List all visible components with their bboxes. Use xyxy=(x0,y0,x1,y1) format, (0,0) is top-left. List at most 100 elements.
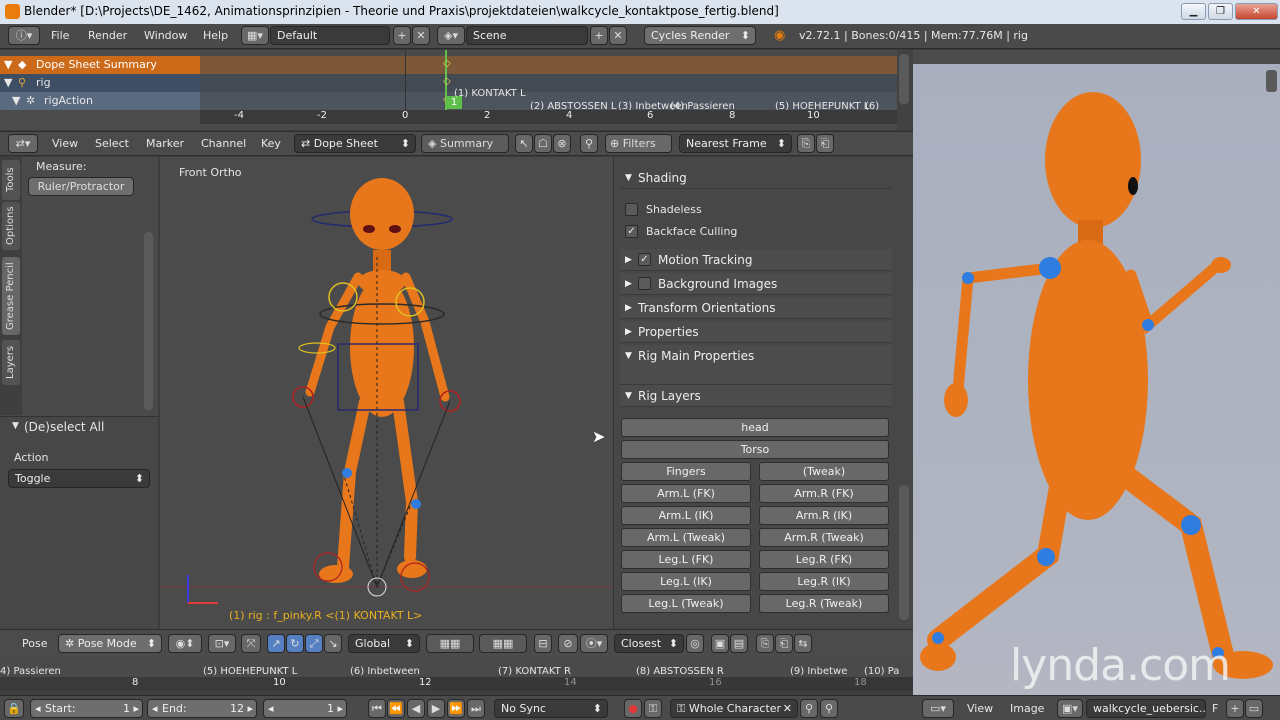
scale-manipulator-icon[interactable]: ⤢ xyxy=(305,634,323,653)
timeline-strip[interactable]: 4) Passieren (5) HOEHEPUNKT L (6) Inbetw… xyxy=(0,657,913,695)
collapse-triangle-icon[interactable]: ▼ xyxy=(12,421,19,431)
rig-layer-arml-fk-button[interactable]: Arm.L (FK) xyxy=(621,484,751,503)
summary-toggle[interactable]: ◈ Summary xyxy=(421,134,509,153)
dopesheet-mode-select[interactable]: ⇄ Dope Sheet ⬍ xyxy=(294,134,416,153)
translate-manipulator-icon[interactable]: ↗ xyxy=(267,634,285,653)
properties-panel-header[interactable]: ▶ Properties xyxy=(620,321,892,343)
screen-layout-field[interactable]: Default xyxy=(270,26,390,45)
only-selected-icon[interactable]: ↖ xyxy=(515,134,533,153)
tool-shelf-scrollbar[interactable] xyxy=(144,232,153,410)
keyframe-icon[interactable]: ◇ xyxy=(443,58,451,69)
transform-orientations-panel-header[interactable]: ▶ Transform Orientations xyxy=(620,297,892,319)
menu-key[interactable]: Key xyxy=(261,137,281,150)
image-editor-render[interactable] xyxy=(913,50,1280,696)
backface-culling-checkbox[interactable]: ✓ xyxy=(625,225,638,238)
3d-viewport[interactable]: Front Ortho (1) rig : f_pinky.R <(1) KON… xyxy=(160,157,613,629)
fake-user-toggle[interactable]: F xyxy=(1212,702,1218,715)
menu-render[interactable]: Render xyxy=(88,29,127,42)
properties-scrollbar[interactable] xyxy=(899,485,909,620)
rig-layer-legl-tweak-button[interactable]: Leg.L (Tweak) xyxy=(621,594,751,613)
tab-layers[interactable]: Layers xyxy=(2,340,20,385)
keying-set-field[interactable]: ⚿ Whole Character ✕ xyxy=(670,699,798,718)
rig-layer-tweak-button[interactable]: (Tweak) xyxy=(759,462,889,481)
rig-main-properties-panel-header[interactable]: ▼ Rig Main Properties xyxy=(620,345,892,385)
rig-layer-armr-fk-button[interactable]: Arm.R (FK) xyxy=(759,484,889,503)
scene-field[interactable]: Scene xyxy=(466,26,588,45)
menu-pose[interactable]: Pose xyxy=(22,637,47,650)
minimize-button[interactable]: ▁ xyxy=(1181,3,1206,20)
action-select[interactable]: Toggle ⬍ xyxy=(8,469,150,488)
editor-type-info-icon[interactable]: ⓘ▾ xyxy=(8,26,40,45)
menu-help[interactable]: Help xyxy=(203,29,228,42)
transform-icon[interactable]: ↘ xyxy=(324,634,342,653)
image-browse-icon[interactable]: ▣▾ xyxy=(1057,699,1083,718)
layers-grid-icon[interactable]: ▦▦ xyxy=(479,634,527,653)
rig-layer-legl-fk-button[interactable]: Leg.L (FK) xyxy=(621,550,751,569)
menu-image-view[interactable]: View xyxy=(967,702,993,715)
rig-layer-torso-button[interactable]: Torso xyxy=(621,440,889,459)
menu-window[interactable]: Window xyxy=(144,29,187,42)
add-scene-icon[interactable]: + xyxy=(590,26,608,45)
add-screen-icon[interactable]: + xyxy=(393,26,411,45)
rig-layer-legr-tweak-button[interactable]: Leg.R (Tweak) xyxy=(759,594,889,613)
shading-panel-header[interactable]: ▼ Shading xyxy=(620,167,892,189)
search-icon[interactable]: ⚲ xyxy=(580,134,598,153)
start-frame-field[interactable]: ◂ Start: 1 ▸ xyxy=(30,699,143,718)
add-image-icon[interactable]: + xyxy=(1226,699,1244,718)
render-anim-icon[interactable]: ▤ xyxy=(730,634,748,653)
menu-file[interactable]: File xyxy=(51,29,69,42)
jump-end-icon[interactable]: ⏭ xyxy=(467,699,485,718)
filters-button[interactable]: ⊕ Filters xyxy=(605,134,672,153)
ruler-protractor-button[interactable]: Ruler/Protractor xyxy=(28,177,134,196)
copy-keyframes-icon[interactable]: ⎘ xyxy=(797,134,815,153)
manipulator-icon[interactable]: ⤧ xyxy=(241,634,261,653)
next-keyframe-icon[interactable]: ⏩ xyxy=(447,699,465,718)
maximize-button[interactable]: ❐ xyxy=(1208,3,1233,20)
render-still-icon[interactable]: ▣ xyxy=(711,634,729,653)
rotate-manipulator-icon[interactable]: ↻ xyxy=(286,634,304,653)
snap-element-select[interactable]: Closest ⬍ xyxy=(614,634,684,653)
channel-rig[interactable]: ▼ ⚲ rig xyxy=(0,74,200,92)
current-frame-field[interactable]: ◂ 1 ▸ xyxy=(263,699,347,718)
play-reverse-icon[interactable]: ◀ xyxy=(407,699,425,718)
rig-layer-armr-ik-button[interactable]: Arm.R (IK) xyxy=(759,506,889,525)
channel-rigaction[interactable]: ▼ ✲ rigAction xyxy=(0,92,200,110)
motion-tracking-panel-header[interactable]: ▶ ✓ Motion Tracking xyxy=(620,249,892,271)
remove-screen-icon[interactable]: ✕ xyxy=(412,26,430,45)
open-image-icon[interactable]: ▭ xyxy=(1245,699,1263,718)
copy-pose-icon[interactable]: ⎘ xyxy=(756,634,774,653)
image-editor-tab[interactable] xyxy=(1266,70,1277,92)
rig-layer-legl-ik-button[interactable]: Leg.L (IK) xyxy=(621,572,751,591)
end-frame-field[interactable]: ◂ End: 12 ▸ xyxy=(147,699,257,718)
menu-image[interactable]: Image xyxy=(1010,702,1044,715)
keyframe-icon[interactable]: ◇ xyxy=(443,76,451,87)
background-images-panel-header[interactable]: ▶ Background Images xyxy=(620,273,892,295)
screen-layout-icon[interactable]: ▦▾ xyxy=(241,26,269,45)
rig-layer-armr-tweak-button[interactable]: Arm.R (Tweak) xyxy=(759,528,889,547)
snap-toggle-icon[interactable]: ⦿▾ xyxy=(580,634,608,653)
editor-type-image-icon[interactable]: ▭▾ xyxy=(922,699,954,718)
close-window-button[interactable]: ✕ xyxy=(1235,3,1278,20)
rig-layer-legr-fk-button[interactable]: Leg.R (FK) xyxy=(759,550,889,569)
auto-keying-icon[interactable]: ● xyxy=(624,699,642,718)
keying-options-icon[interactable]: ⚿ xyxy=(644,699,662,718)
menu-marker[interactable]: Marker xyxy=(146,137,184,150)
dopesheet-scrollbar[interactable] xyxy=(899,54,909,104)
pivot-point-icon[interactable]: ⊡▾ xyxy=(208,634,236,653)
sync-mode-select[interactable]: No Sync ⬍ xyxy=(494,699,608,718)
armature-character[interactable] xyxy=(160,157,613,629)
jump-start-icon[interactable]: ⏮ xyxy=(368,699,386,718)
prev-keyframe-icon[interactable]: ⏪ xyxy=(387,699,405,718)
insert-keyframe-icon[interactable]: ⚲ xyxy=(800,699,818,718)
editor-type-dopesheet-icon[interactable]: ⇄▾ xyxy=(8,134,38,153)
lock-layers-icon[interactable]: ⊟ xyxy=(534,634,552,653)
play-icon[interactable]: ▶ xyxy=(427,699,445,718)
lock-icon[interactable]: 🔒 xyxy=(4,699,24,718)
snap-target-icon[interactable]: ◎ xyxy=(686,634,704,653)
proportional-edit-icon[interactable]: ⊘ xyxy=(558,634,578,653)
rig-layers-panel-header[interactable]: ▼ Rig Layers xyxy=(620,385,892,407)
ghost-icon[interactable]: ☖ xyxy=(534,134,552,153)
channel-dopesheet-summary[interactable]: ▼ ◆ Dope Sheet Summary xyxy=(0,56,200,74)
image-name-field[interactable]: walkcycle_uebersic... xyxy=(1086,699,1206,718)
scene-icon[interactable]: ◈▾ xyxy=(437,26,465,45)
